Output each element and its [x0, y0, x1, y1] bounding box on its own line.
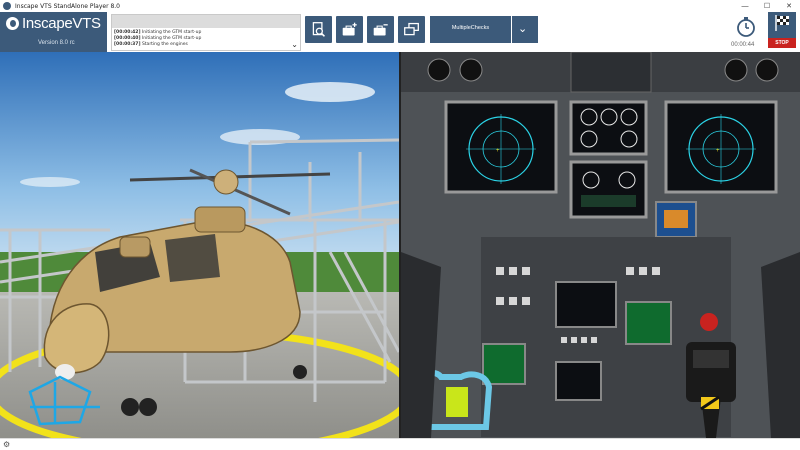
stopwatch-icon: [737, 17, 755, 37]
checkered-flag-icon: [775, 15, 789, 31]
remove-toolbox-button[interactable]: [367, 16, 394, 43]
window-titlebar: Inscape VTS StandAlone Player 8.0 — ☐ ✕: [0, 0, 800, 12]
logo-mark-icon: [6, 17, 19, 30]
simulation-viewport[interactable]: + +: [0, 52, 800, 438]
status-bar: ⚙: [0, 438, 800, 450]
svg-text:+: +: [496, 148, 500, 154]
helicopter-scene: [0, 52, 399, 438]
document-search-icon: [312, 22, 325, 37]
add-toolbox-button[interactable]: [336, 16, 363, 43]
window-title: Inscape VTS StandAlone Player 8.0: [15, 2, 120, 10]
logo-text: InscapeVTS: [22, 15, 101, 32]
close-button[interactable]: ✕: [778, 0, 800, 12]
chevron-down-icon[interactable]: ⌄: [291, 40, 298, 49]
version-label: Version 8.0 rc: [38, 40, 75, 46]
toolbox-add-icon: [342, 22, 357, 36]
toolbox-remove-icon: [373, 24, 388, 36]
window-layout-button[interactable]: [398, 16, 425, 43]
main-toolbar: InscapeVTS Version 8.0 rc [00:00:42] Ini…: [0, 12, 800, 52]
window-controls: — ☐ ✕: [734, 0, 800, 12]
dropdown-divider: [511, 16, 512, 43]
event-log-panel[interactable]: [00:00:42] Initiating the GTM start-up […: [111, 14, 301, 51]
scenario-dropdown[interactable]: MultipleChecks ⌄: [430, 16, 538, 43]
windows-icon: [404, 22, 419, 36]
scenario-dropdown-value: MultipleChecks: [451, 25, 490, 31]
exterior-view-pane[interactable]: [0, 52, 399, 438]
maximize-button[interactable]: ☐: [756, 0, 778, 12]
gear-icon[interactable]: ⚙: [3, 440, 10, 449]
cockpit-scene: + +: [401, 52, 800, 438]
document-search-button[interactable]: [305, 16, 332, 43]
chevron-down-icon[interactable]: ⌄: [518, 22, 527, 35]
cockpit-view-pane[interactable]: + +: [401, 52, 800, 438]
log-filter-field[interactable]: [112, 15, 300, 28]
brand-logo: InscapeVTS Version 8.0 rc: [0, 12, 107, 52]
stop-label: STOP: [768, 38, 796, 48]
stop-button[interactable]: STOP: [768, 12, 796, 48]
log-lines: [00:00:42] Initiating the GTM start-up […: [114, 30, 201, 48]
log-line: [00:00:37] Starting the engines: [114, 42, 188, 47]
minimize-button[interactable]: —: [734, 0, 756, 12]
app-icon: [3, 2, 11, 10]
svg-text:+: +: [716, 148, 720, 154]
session-timer: 00:00:44: [731, 42, 755, 48]
